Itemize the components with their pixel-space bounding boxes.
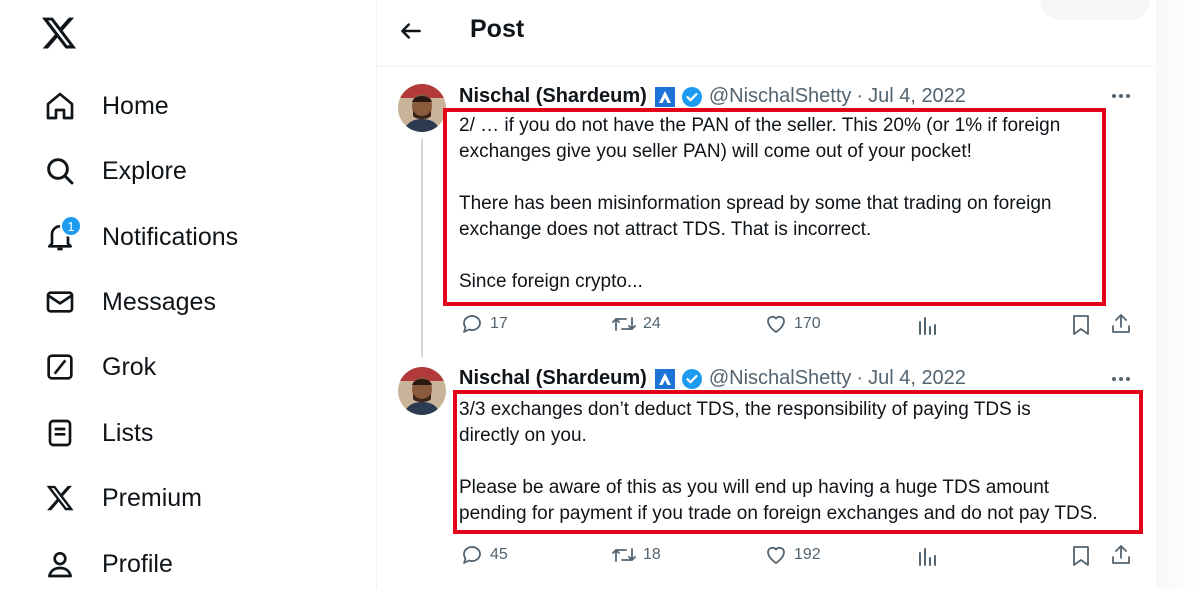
sidebar-item-notifications[interactable]: 1 Notifications	[40, 209, 238, 265]
sidebar-item-messages[interactable]: Messages	[40, 274, 216, 330]
avatar[interactable]	[398, 367, 446, 415]
reply-button[interactable]: 17	[460, 312, 508, 336]
sidebar-item-label: Notifications	[102, 222, 239, 251]
repost-count: 18	[643, 546, 661, 563]
author-handle[interactable]: @NischalShetty	[709, 367, 852, 390]
like-count: 170	[794, 315, 821, 332]
heart-icon	[767, 546, 785, 564]
sidebar-item-label: Lists	[102, 418, 154, 447]
post-header: Nischal (Shardeum) @NischalShetty · Jul …	[459, 85, 966, 108]
highlight-box	[443, 108, 1106, 306]
post-header: Nischal (Shardeum) @NischalShetty · Jul …	[459, 367, 966, 390]
reply-count: 45	[490, 546, 508, 563]
affiliate-badge-icon[interactable]	[654, 86, 675, 107]
divider	[377, 66, 1155, 67]
like-button[interactable]: 170	[764, 312, 821, 336]
verified-badge-icon	[681, 368, 703, 390]
views-icon[interactable]	[917, 314, 939, 341]
author-name[interactable]: Nischal (Shardeum)	[459, 367, 647, 390]
highlight-box	[453, 390, 1143, 534]
post-date[interactable]: Jul 4, 2022	[868, 85, 966, 108]
sidebar-item-premium[interactable]: Premium	[40, 470, 202, 526]
separator-dot: ·	[856, 367, 864, 389]
notification-badge: 1	[60, 215, 82, 237]
bookmark-icon[interactable]	[1070, 544, 1092, 573]
sidebar-item-label: Explore	[102, 156, 187, 185]
sidebar-item-label: Home	[102, 91, 169, 120]
sidebar-item-label: Premium	[102, 483, 203, 512]
reply-count: 17	[490, 315, 508, 332]
repost-button[interactable]: 24	[611, 312, 661, 336]
reply-button[interactable]: 45	[460, 543, 508, 567]
sidebar-item-label: Grok	[102, 352, 157, 381]
sidebar-item-label: Profile	[102, 549, 173, 578]
search-pill[interactable]	[1040, 0, 1150, 20]
search-icon	[40, 151, 80, 191]
sidebar-item-lists[interactable]: Lists	[40, 405, 153, 461]
share-icon[interactable]	[1110, 543, 1132, 572]
like-count: 192	[794, 546, 821, 563]
page-title: Post	[470, 15, 525, 43]
avatar[interactable]	[398, 84, 446, 132]
repost-icon	[612, 548, 636, 562]
x-logo-icon	[40, 478, 80, 518]
bell-icon: 1	[40, 215, 82, 257]
x-logo-icon[interactable]	[40, 14, 82, 56]
back-arrow-icon[interactable]	[398, 18, 424, 44]
repost-button[interactable]: 18	[611, 543, 661, 567]
share-icon[interactable]	[1110, 312, 1132, 341]
repost-count: 24	[643, 315, 661, 332]
home-icon	[40, 86, 80, 126]
repost-icon	[612, 317, 636, 331]
grok-icon	[40, 347, 80, 387]
bookmark-icon[interactable]	[1070, 313, 1092, 342]
post-date[interactable]: Jul 4, 2022	[868, 367, 966, 390]
separator-dot: ·	[856, 85, 864, 107]
thread-connector	[421, 139, 423, 357]
verified-badge-icon	[681, 86, 703, 108]
envelope-icon	[40, 282, 80, 322]
like-button[interactable]: 192	[764, 543, 821, 567]
heart-icon	[767, 315, 785, 333]
affiliate-badge-icon[interactable]	[654, 368, 675, 389]
reply-icon	[463, 546, 481, 564]
sidebar-item-explore[interactable]: Explore	[40, 143, 187, 199]
views-icon[interactable]	[917, 545, 939, 572]
sidebar-item-profile[interactable]: Profile	[40, 536, 173, 592]
person-icon	[40, 544, 80, 584]
more-options-icon[interactable]	[1109, 86, 1133, 106]
more-options-icon[interactable]	[1109, 369, 1133, 389]
sidebar-item-grok[interactable]: Grok	[40, 339, 156, 395]
author-name[interactable]: Nischal (Shardeum)	[459, 85, 647, 108]
sidebar-item-label: Messages	[102, 287, 216, 316]
list-icon	[40, 413, 80, 453]
right-panel-edge	[1156, 0, 1200, 589]
sidebar-item-home[interactable]: Home	[40, 78, 169, 134]
author-handle[interactable]: @NischalShetty	[709, 85, 852, 108]
reply-icon	[463, 315, 481, 333]
